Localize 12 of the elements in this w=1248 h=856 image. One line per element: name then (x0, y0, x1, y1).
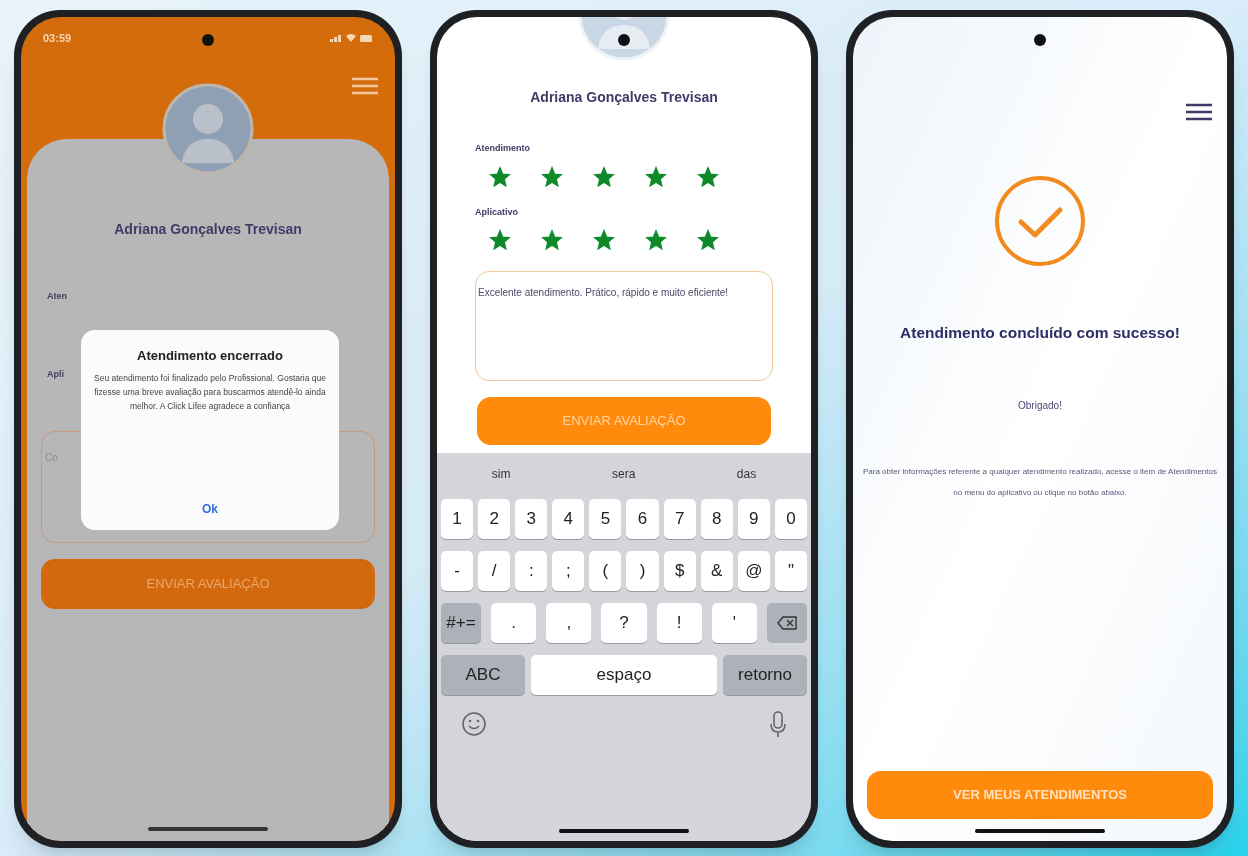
rating-label: Apli (47, 367, 65, 381)
rating-label: Atendimento (475, 142, 531, 155)
success-title: Atendimento concluído com sucesso! (900, 323, 1180, 343)
thanks-text: Obrigado! (1018, 399, 1062, 414)
profile-name: Adriana Gonçalves Trevisan (114, 220, 302, 239)
rating-label: Aplicativo (475, 205, 519, 219)
dialog-message: Seu atendimento foi finalizado pelo Profissional. Gostaria que fizesse uma breve avaliação para buscarmos atendê-lo ainda melhor. A Click Lifee agradece a confiança (93, 371, 327, 413)
dialog-title: Atendimento encerrado (137, 347, 283, 365)
profile-name: Adriana Gonçalves Trevisan (530, 88, 718, 107)
rating-label: Aten (47, 290, 67, 303)
info-message: Para obter informações referente a qualquer atendimento realizado, acesse o item de Atendimentos no menu do aplicativo ou clique no botão abaixo. (862, 466, 1218, 500)
status-time: 03:59 (43, 30, 72, 46)
